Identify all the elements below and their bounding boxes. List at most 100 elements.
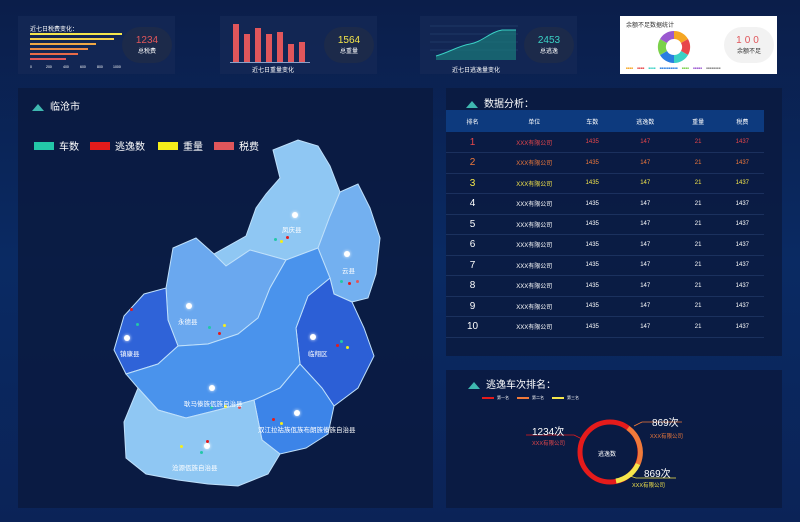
escape-area-chart (430, 25, 518, 60)
rank-cell: 3 (446, 173, 499, 194)
table-row[interactable]: 10 XXX有限公司 1435 147 21 1437 (446, 316, 764, 338)
weight-cell: 21 (675, 214, 721, 235)
unit-cell: XXX有限公司 (499, 316, 570, 338)
kpi-escape-caption: 总逃逸 (539, 49, 558, 55)
location-pin-icon[interactable] (209, 385, 215, 391)
metric-dot (208, 326, 211, 329)
cars-cell: 1435 (569, 132, 615, 153)
location-pin-icon[interactable] (344, 251, 350, 257)
col-header[interactable]: 排名 (446, 110, 499, 132)
location-pin-icon[interactable] (124, 335, 130, 341)
metric-dot (346, 346, 349, 349)
tax-cell: 1437 (720, 152, 764, 174)
legend-entry: ■■■■■■■■ (706, 66, 721, 70)
rank-cell: 10 (446, 316, 499, 338)
weight-bar-chart (230, 24, 310, 63)
table-row[interactable]: 3 XXX有限公司 1435 147 21 1437 (446, 173, 764, 194)
table-row[interactable]: 4 XXX有限公司 1435 147 21 1437 (446, 193, 764, 215)
metric-dot (280, 240, 283, 243)
rank-cell: 2 (446, 152, 499, 174)
unit-cell: XXX有限公司 (499, 173, 570, 194)
region-label-shuangjiang: 双江拉祜族佤族布朗族傣族自治县 (258, 427, 356, 434)
kpi-escape-panel: 近七日逃逸量变化 2453 总逃逸 (420, 16, 577, 74)
region-label-zhenkang: 镇康县 (120, 351, 140, 358)
col-header[interactable]: 单位 (499, 110, 570, 132)
weight-cell: 21 (675, 173, 721, 194)
location-pin-icon[interactable] (292, 212, 298, 218)
escape-cell: 147 (614, 234, 676, 256)
location-pin-icon[interactable] (310, 334, 316, 340)
balance-donut-chart (657, 30, 691, 64)
escape-cell: 147 (614, 275, 676, 297)
metric-dot (336, 344, 339, 347)
metric-dot (286, 236, 289, 239)
legend-entry: ■■■■ (626, 66, 634, 70)
tax-cell: 1437 (720, 255, 764, 276)
callout-third-company: XXX有限公司 (632, 483, 666, 489)
escape-cell: 147 (614, 316, 676, 338)
axis-tick: 400 (63, 65, 69, 69)
table-row[interactable]: 1 XXX有限公司 1435 147 21 1437 (446, 132, 764, 153)
kpi-weight-badge: 1564 总重量 (324, 27, 374, 63)
metric-dot (223, 324, 226, 327)
kpi-weight-panel: 近七日重量变化 1564 总重量 (220, 16, 377, 74)
data-table: 排名 单位 车数 逃逸数 重量 税费 1 XXX有限公司 1435 147 21 1437… (446, 110, 764, 338)
region-label-yunxian: 云县 (342, 268, 355, 275)
cars-cell: 1435 (569, 316, 615, 338)
axis-tick: 200 (46, 65, 52, 69)
escape-cell: 147 (614, 132, 676, 153)
weight-cell: 21 (675, 255, 721, 276)
rank-cell: 1 (446, 132, 499, 153)
metric-dot (348, 282, 351, 285)
kpi-tax-caption: 总税费 (137, 49, 156, 55)
kpi-tax-panel: 近七日税费变化： 0 200 400 600 800 1000 1234 总税费 (18, 16, 175, 74)
location-pin-icon[interactable] (186, 303, 192, 309)
metric-dot (200, 451, 203, 454)
location-pin-icon[interactable] (294, 410, 300, 416)
col-header[interactable]: 税费 (720, 110, 764, 132)
metric-dot (218, 332, 221, 335)
col-header[interactable]: 逃逸数 (614, 110, 676, 132)
kpi-balance-value: 100 (736, 35, 762, 46)
location-pin-icon[interactable] (204, 443, 210, 449)
rank-cell: 7 (446, 255, 499, 276)
metric-dot (272, 418, 275, 421)
region-label-cangyuan: 沧源佤族自治县 (172, 465, 218, 472)
callout-second-company: XXX有限公司 (650, 434, 684, 440)
cars-cell: 1435 (569, 234, 615, 256)
tax-cell: 1437 (720, 296, 764, 317)
metric-dot (130, 308, 133, 311)
table-row[interactable]: 6 XXX有限公司 1435 147 21 1437 (446, 234, 764, 256)
tax-bar-chart: 0 200 400 600 800 1000 (30, 33, 122, 69)
legend-entry: ■■■■ (637, 66, 645, 70)
tax-cell: 1437 (720, 132, 764, 153)
table-row[interactable]: 5 XXX有限公司 1435 147 21 1437 (446, 214, 764, 235)
cars-cell: 1435 (569, 275, 615, 297)
region-map (113, 139, 381, 487)
escape-ranking-panel: 逃逸车次排名： 第一名 第二名 第三名 逃逸数 1234次 XXX有限公司 86… (446, 370, 782, 508)
legend-entry: ■■■■■■■■■■ (659, 66, 678, 70)
unit-cell: XXX有限公司 (499, 193, 570, 215)
weight-cell: 21 (675, 132, 721, 153)
triangle-icon (466, 100, 478, 108)
unit-cell: XXX有限公司 (499, 296, 570, 317)
table-row[interactable]: 2 XXX有限公司 1435 147 21 1437 (446, 152, 764, 174)
table-row[interactable]: 7 XXX有限公司 1435 147 21 1437 (446, 255, 764, 276)
escape-cell: 147 (614, 173, 676, 194)
table-row[interactable]: 8 XXX有限公司 1435 147 21 1437 (446, 275, 764, 297)
col-header[interactable]: 重量 (675, 110, 721, 132)
cars-cell: 1435 (569, 193, 615, 215)
cars-cell: 1435 (569, 255, 615, 276)
unit-cell: XXX有限公司 (499, 152, 570, 174)
data-table-wrap: 排名 单位 车数 逃逸数 重量 税费 1 XXX有限公司 1435 147 21 1437… (446, 110, 764, 338)
cars-cell: 1435 (569, 173, 615, 194)
axis-tick: 1000 (113, 65, 121, 69)
tax-cell: 1437 (720, 214, 764, 235)
col-header[interactable]: 车数 (569, 110, 615, 132)
map-panel: 临沧市 车数 逃逸数 重量 税费 凤庆县 云县 永德县 镇康县 临翔区 耿马傣族… (18, 88, 433, 508)
kpi-tax-value: 1234 (135, 35, 159, 46)
weight-cell: 21 (675, 275, 721, 297)
cars-cell: 1435 (569, 152, 615, 174)
table-row[interactable]: 9 XXX有限公司 1435 147 21 1437 (446, 296, 764, 317)
axis-tick: 600 (80, 65, 86, 69)
